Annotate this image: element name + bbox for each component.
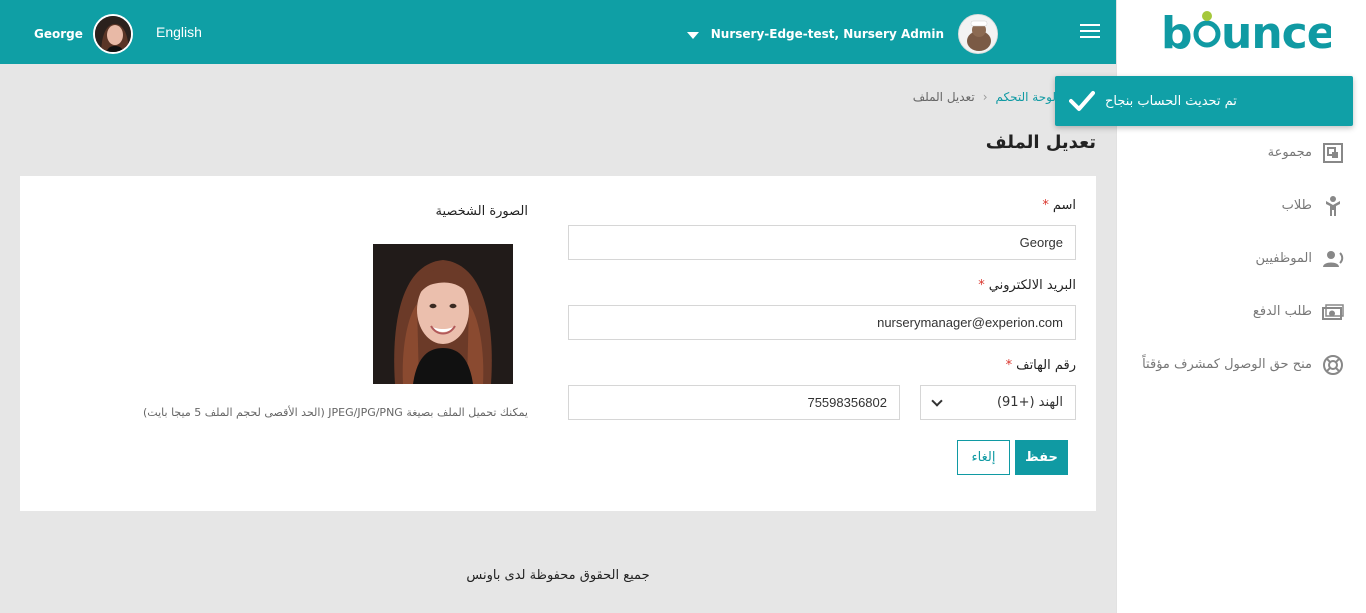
profile-picture-label: الصورة الشخصية (435, 204, 528, 219)
language-switch[interactable]: English (156, 24, 202, 40)
sidebar-item-payment[interactable]: طلب الدفع (1114, 285, 1344, 338)
breadcrumb-home-link[interactable]: لوحة التحكم (996, 90, 1057, 104)
svg-text:unce: unce (1221, 8, 1331, 58)
country-code-select[interactable]: الهند (+91) (920, 385, 1076, 420)
phone-label-text: رقم الهاتف (1016, 358, 1076, 373)
user-avatar[interactable] (92, 14, 133, 54)
top-bar: George English Nursery-Edge-test, Nurser… (0, 0, 1116, 64)
sidebar-item-label: طلب الدفع (1252, 304, 1312, 319)
phone-label: رقم الهاتف* (1006, 358, 1076, 373)
lifebuoy-icon (1322, 354, 1344, 376)
sidebar-item-group[interactable]: مجموعة (1114, 126, 1344, 179)
sidebar-item-students[interactable]: طلاب (1114, 179, 1344, 232)
phone-input-value: 75598356802 (807, 395, 887, 410)
required-mark: * (978, 278, 985, 293)
footer-copyright: جميع الحقوق محفوظة لدى باونس (466, 568, 650, 583)
checkmark-icon (1069, 88, 1095, 114)
user-menu[interactable]: George (34, 14, 133, 54)
country-code-value: الهند (+91) (996, 395, 1063, 410)
payment-icon (1322, 301, 1344, 323)
staff-icon (1322, 248, 1344, 270)
user-name: George (34, 27, 83, 41)
hamburger-menu-icon[interactable] (1080, 24, 1100, 40)
toast-message: تم تحديث الحساب بنجاح (1105, 93, 1237, 109)
sidebar-item-temp-admin-access[interactable]: منح حق الوصول كمشرف مؤقتاً (1114, 338, 1344, 391)
phone-input[interactable]: 75598356802 (568, 385, 900, 420)
sidebar-item-label: طلاب (1281, 198, 1312, 213)
cancel-button[interactable]: إلغاء (957, 440, 1010, 475)
chevron-left-icon: ‹ (982, 90, 988, 104)
save-button[interactable]: حفظ (1015, 440, 1068, 475)
name-label: اسم* (1042, 198, 1076, 213)
caret-down-icon[interactable] (686, 31, 699, 39)
bounce-logo[interactable]: b unce (1161, 6, 1337, 69)
profile-photo[interactable] (373, 244, 513, 384)
svg-text:b: b (1161, 8, 1192, 58)
sidebar-menu: مجموعة طلاب الموظفيين طلب الدفع منح حق ا… (1114, 126, 1344, 391)
name-label-text: اسم (1052, 198, 1076, 213)
breadcrumb-current: تعديل الملف (912, 90, 975, 104)
email-input-value: nurserymanager@experion.com (877, 315, 1063, 330)
sidebar-item-label: الموظفيين (1255, 251, 1312, 266)
name-input-value: George (1019, 235, 1063, 250)
group-icon (1322, 142, 1344, 164)
required-mark: * (1042, 198, 1049, 213)
nursery-label: Nursery-Edge-test, Nursery Admin (710, 27, 944, 41)
success-toast[interactable]: تم تحديث الحساب بنجاح (1055, 76, 1353, 126)
required-mark: * (1005, 358, 1013, 373)
chevron-down-icon (931, 394, 943, 407)
sidebar-item-label: منح حق الوصول كمشرف مؤقتاً (1142, 357, 1312, 372)
email-label-text: البريد الالكتروني (988, 278, 1076, 293)
breadcrumb: لوحة التحكم ‹ تعديل الملف (913, 90, 1056, 104)
email-input[interactable]: nurserymanager@experion.com (568, 305, 1076, 340)
edit-profile-card: اسم* George البريد الالكتروني* nurseryma… (20, 176, 1096, 511)
page-title: تعديل الملف (985, 132, 1096, 153)
student-icon (1322, 195, 1344, 217)
sidebar-item-label: مجموعة (1267, 145, 1312, 160)
nursery-selector[interactable]: Nursery-Edge-test, Nursery Admin (686, 14, 998, 54)
email-label: البريد الالكتروني* (978, 278, 1076, 293)
nursery-avatar[interactable] (958, 14, 998, 54)
sidebar-item-staff[interactable]: الموظفيين (1114, 232, 1344, 285)
upload-hint: يمكنك تحميل الملف بصيغة JPEG/JPG/PNG (ال… (143, 406, 528, 419)
name-input[interactable]: George (568, 225, 1076, 260)
